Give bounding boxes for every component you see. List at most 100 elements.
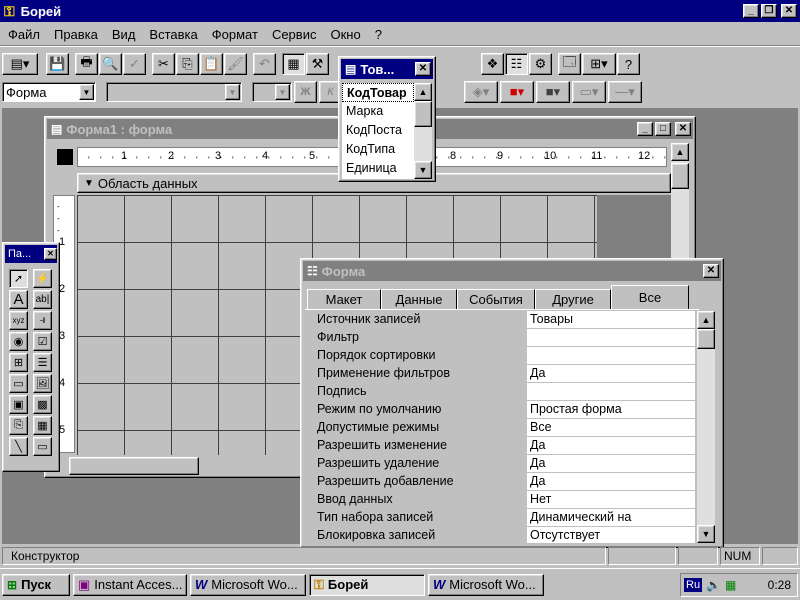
field-item[interactable]: КодПоста (342, 121, 414, 140)
minimize-button[interactable]: _ (637, 122, 653, 136)
wizard-icon[interactable]: ⚡ (33, 269, 52, 288)
build-icon[interactable]: ❖ (481, 53, 504, 75)
subform-icon[interactable]: ▦ (33, 416, 52, 435)
option-group-icon[interactable]: xyz (9, 311, 28, 330)
tab-all[interactable]: Все (611, 285, 689, 309)
new-object-icon[interactable]: ⊞▾ (582, 53, 616, 75)
start-button[interactable]: ⊞ Пуск (2, 573, 70, 596)
scroll-up-icon[interactable]: ▲ (671, 143, 689, 161)
property-row[interactable]: Применение фильтров Да (307, 365, 695, 383)
field-item[interactable]: КодТовар (342, 83, 414, 102)
view-icon[interactable]: ▤▾ (2, 53, 38, 75)
task-borey[interactable]: ⚿ Борей (309, 573, 425, 596)
tab-other[interactable]: Другие (535, 289, 611, 309)
menu-service[interactable]: Сервис (272, 27, 317, 42)
menu-help[interactable]: ? (375, 27, 382, 42)
spell-icon[interactable]: ✓ (123, 53, 146, 75)
scroll-up-icon[interactable]: ▲ (697, 311, 715, 329)
fill-color-icon[interactable]: ◈▾ (464, 81, 498, 103)
special-effect-icon[interactable]: —▾ (608, 81, 642, 103)
close-button[interactable]: ✕ (781, 4, 797, 18)
scroll-down-icon[interactable]: ▼ (697, 525, 715, 543)
task-word-2[interactable]: W Microsoft Wo... (428, 573, 544, 596)
tab-data[interactable]: Данные (381, 289, 457, 309)
bold-button[interactable]: Ж (294, 81, 317, 103)
textbox-tool-icon[interactable]: ab| (33, 290, 52, 309)
line-width-icon[interactable]: ▭▾ (572, 81, 606, 103)
toggle-button-icon[interactable]: ⫣ (33, 311, 52, 330)
save-icon[interactable]: 💾 (46, 53, 69, 75)
minimize-button[interactable]: _ (743, 4, 759, 18)
close-button[interactable]: ✕ (675, 122, 691, 136)
command-button-icon[interactable]: ▭ (9, 374, 28, 393)
rectangle-tool-icon[interactable]: ▭ (33, 437, 52, 456)
close-button[interactable]: ✕ (415, 62, 431, 76)
label-tool-icon[interactable]: A (9, 290, 28, 309)
property-row[interactable]: Источник записей Товары (307, 311, 695, 329)
properties-icon[interactable]: ☷ (505, 53, 528, 75)
property-row[interactable]: Режим по умолчанию Простая форма (307, 401, 695, 419)
select-pointer-icon[interactable]: ➚ (9, 269, 28, 288)
listbox-icon[interactable]: ☰ (33, 353, 52, 372)
line-color-icon[interactable]: ■▾ (536, 81, 570, 103)
object-select[interactable]: Форма ▼ (2, 82, 96, 102)
tab-events[interactable]: События (457, 289, 535, 309)
field-item[interactable]: КодТипа (342, 140, 414, 159)
database-window-icon[interactable]: 🗔 (558, 53, 581, 75)
cut-icon[interactable]: ✂ (152, 53, 175, 75)
chevron-down-icon[interactable]: ▼ (225, 84, 240, 100)
property-row[interactable]: Блокировка записей Отсутствует (307, 527, 695, 543)
checkbox-icon[interactable]: ☑ (33, 332, 52, 351)
field-item[interactable]: Марка (342, 102, 414, 121)
property-row[interactable]: Фильтр (307, 329, 695, 347)
task-instant-access[interactable]: ▣ Instant Acces... (73, 573, 187, 596)
menu-file[interactable]: Файл (8, 27, 40, 42)
property-row[interactable]: Разрешить изменение Да (307, 437, 695, 455)
field-item[interactable]: Единица (342, 159, 414, 178)
form-selector[interactable] (57, 149, 73, 165)
property-row[interactable]: Подпись (307, 383, 695, 401)
combobox-icon[interactable]: ⊞ (9, 353, 28, 372)
chevron-down-icon[interactable]: ▼ (79, 84, 94, 100)
maximize-button[interactable]: □ (655, 122, 671, 136)
page-break-icon[interactable]: ⎘ (9, 416, 28, 435)
format-painter-icon[interactable]: 🖌 (224, 53, 247, 75)
font-size-select[interactable]: ▼ (252, 82, 292, 102)
menu-window[interactable]: Окно (330, 27, 360, 42)
speaker-icon[interactable]: 🔈 (706, 578, 721, 592)
undo-icon[interactable]: ↶ (253, 53, 276, 75)
scroll-thumb[interactable] (697, 329, 715, 349)
menu-format[interactable]: Формат (212, 27, 258, 42)
menu-insert[interactable]: Вставка (149, 27, 197, 42)
chevron-down-icon[interactable]: ▼ (275, 84, 290, 100)
preview-icon[interactable]: 🔍 (99, 53, 122, 75)
line-tool-icon[interactable]: ╲ (9, 437, 28, 456)
properties-scrollbar[interactable]: ▲ ▼ (697, 311, 715, 543)
scroll-up-icon[interactable]: ▲ (414, 83, 432, 101)
property-row[interactable]: Разрешить удаление Да (307, 455, 695, 473)
property-row[interactable]: Тип набора записей Динамический на (307, 509, 695, 527)
code-icon[interactable]: ⚙ (529, 53, 552, 75)
property-row[interactable]: Порядок сортировки (307, 347, 695, 365)
scroll-thumb[interactable] (671, 163, 689, 189)
property-row[interactable]: Допустимые режимы Все (307, 419, 695, 437)
unbound-frame-icon[interactable]: ▣ (9, 395, 28, 414)
scroll-down-icon[interactable]: ▼ (414, 161, 432, 179)
field-list-scrollbar[interactable]: ▲ ▼ (414, 83, 432, 179)
help-icon[interactable]: ? (617, 53, 640, 75)
form-horizontal-scrollbar[interactable] (69, 457, 199, 475)
menu-view[interactable]: Вид (112, 27, 136, 42)
field-list-icon[interactable]: ▦ (282, 53, 305, 75)
option-button-icon[interactable]: ◉ (9, 332, 28, 351)
toolbox-icon[interactable]: ⚒ (306, 53, 329, 75)
image-icon[interactable]: 🖼 (33, 374, 52, 393)
menu-edit[interactable]: Правка (54, 27, 98, 42)
tab-layout[interactable]: Макет (307, 289, 381, 309)
close-button[interactable]: ✕ (44, 248, 57, 260)
print-icon[interactable]: 🖶 (75, 53, 98, 75)
bound-frame-icon[interactable]: ▩ (33, 395, 52, 414)
font-color-icon[interactable]: ■▾ (500, 81, 534, 103)
copy-icon[interactable]: ⎘ (176, 53, 199, 75)
restore-button[interactable]: ❐ (761, 4, 777, 18)
task-word-1[interactable]: W Microsoft Wo... (190, 573, 306, 596)
